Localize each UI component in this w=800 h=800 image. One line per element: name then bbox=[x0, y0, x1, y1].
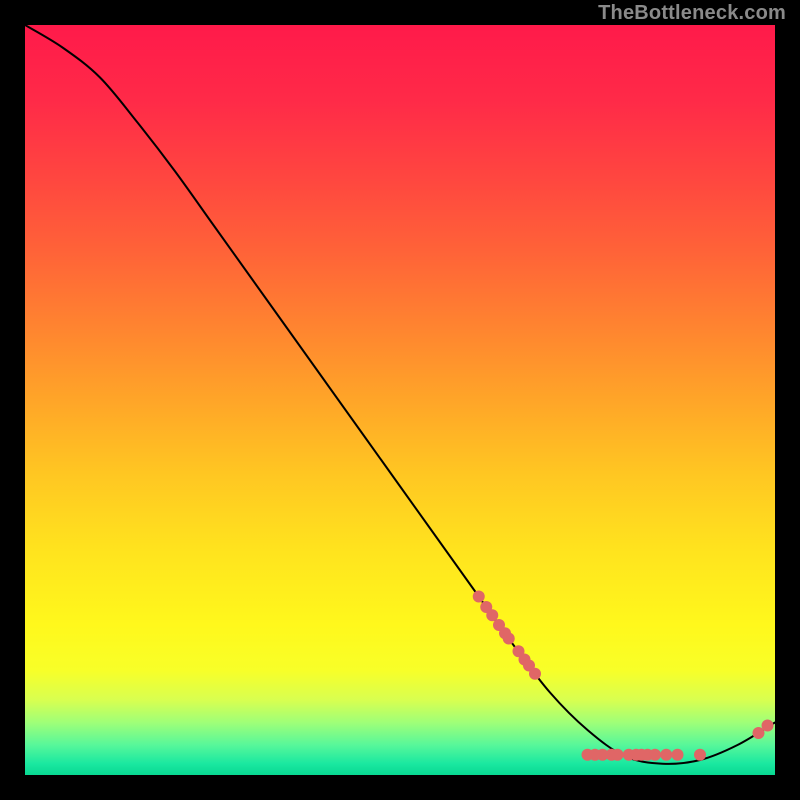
data-point bbox=[649, 749, 661, 761]
data-point bbox=[473, 591, 485, 603]
attribution-text: TheBottleneck.com bbox=[598, 2, 786, 25]
chart-background bbox=[25, 25, 775, 775]
data-point bbox=[529, 668, 541, 680]
chart-svg bbox=[25, 25, 775, 775]
data-point bbox=[660, 749, 672, 761]
data-point bbox=[612, 749, 624, 761]
chart-plot-area bbox=[25, 25, 775, 775]
data-point bbox=[672, 749, 684, 761]
data-point bbox=[694, 749, 706, 761]
data-point bbox=[486, 609, 498, 621]
data-point bbox=[762, 720, 774, 732]
chart-frame: TheBottleneck.com bbox=[0, 0, 800, 800]
data-point bbox=[503, 633, 515, 645]
